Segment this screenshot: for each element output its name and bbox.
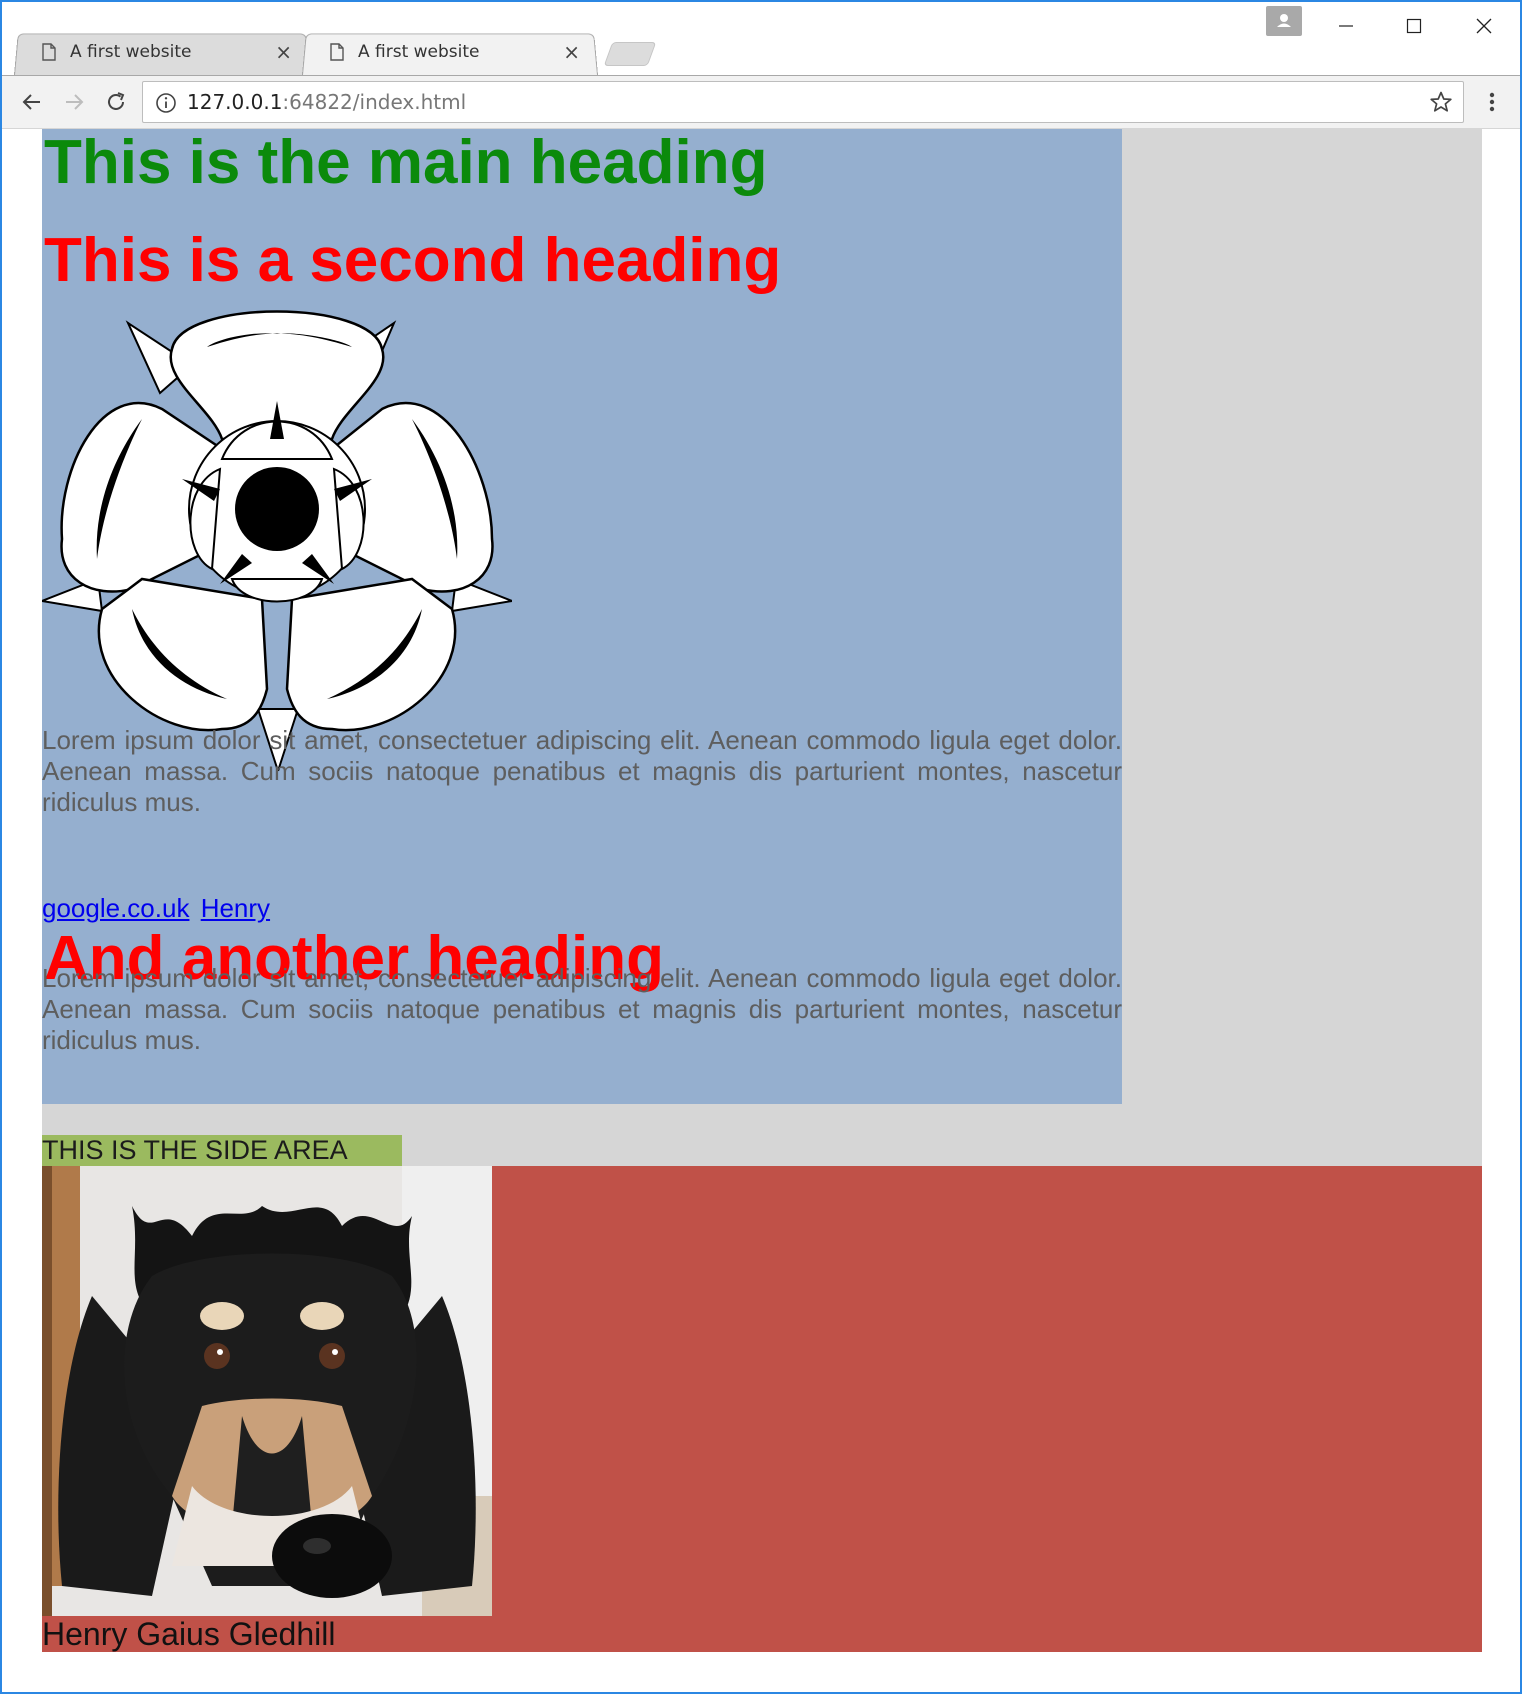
link-google[interactable]: google.co.uk: [42, 893, 189, 923]
close-icon[interactable]: [1456, 8, 1512, 44]
footer-area: Henry Gaius Gledhill: [42, 1166, 1482, 1652]
tab-strip: A first website × A first website ×: [2, 2, 1520, 75]
arrow-right-icon[interactable]: [58, 86, 90, 118]
profile-icon[interactable]: [1266, 6, 1302, 36]
page-container: This is the main heading This is a secon…: [42, 129, 1482, 1652]
maximize-icon[interactable]: [1386, 8, 1442, 44]
tab-2[interactable]: A first website ×: [302, 31, 598, 75]
minimize-icon[interactable]: [1318, 8, 1374, 44]
url-host: 127.0.0.1: [187, 90, 283, 114]
page-icon: [42, 43, 56, 61]
tab-1[interactable]: A first website ×: [14, 31, 310, 75]
main-heading: This is the main heading: [44, 129, 768, 197]
tab-title: A first website: [70, 42, 192, 62]
browser-window: A first website × A first website × 127.…: [0, 0, 1522, 1694]
arrow-left-icon[interactable]: [16, 86, 48, 118]
browser-toolbar: 127.0.0.1:64822/index.html: [2, 75, 1520, 129]
main-area: This is the main heading This is a secon…: [42, 129, 1122, 1104]
tab-close-icon[interactable]: ×: [563, 40, 580, 64]
side-area-label: THIS IS THE SIDE AREA: [42, 1135, 402, 1166]
page-viewport[interactable]: This is the main heading This is a secon…: [2, 129, 1520, 1692]
link-henry[interactable]: Henry: [201, 893, 270, 923]
new-tab-button[interactable]: [603, 42, 657, 66]
info-icon[interactable]: [155, 92, 177, 114]
dog-caption: Henry Gaius Gledhill: [42, 1616, 336, 1652]
url-text[interactable]: 127.0.0.1:64822/index.html: [187, 90, 466, 114]
star-icon[interactable]: [1429, 90, 1453, 114]
url-path: :64822/index.html: [282, 90, 467, 114]
reload-icon[interactable]: [100, 86, 132, 118]
tudor-rose-image: [42, 310, 512, 771]
tab-close-icon[interactable]: ×: [275, 40, 292, 64]
tab-title: A first website: [358, 42, 480, 62]
kebab-menu-icon[interactable]: [1476, 86, 1508, 118]
second-heading: This is a second heading: [44, 226, 782, 295]
address-bar[interactable]: 127.0.0.1:64822/index.html: [142, 81, 1464, 123]
paragraph-1: Lorem ipsum dolor sit amet, consectetuer…: [42, 725, 1122, 817]
page-icon: [330, 43, 344, 61]
paragraph-2: Lorem ipsum dolor sit amet, consectetuer…: [42, 963, 1122, 1055]
dog-photo: [42, 1166, 492, 1616]
links-row: google.co.uk Henry: [42, 893, 274, 924]
